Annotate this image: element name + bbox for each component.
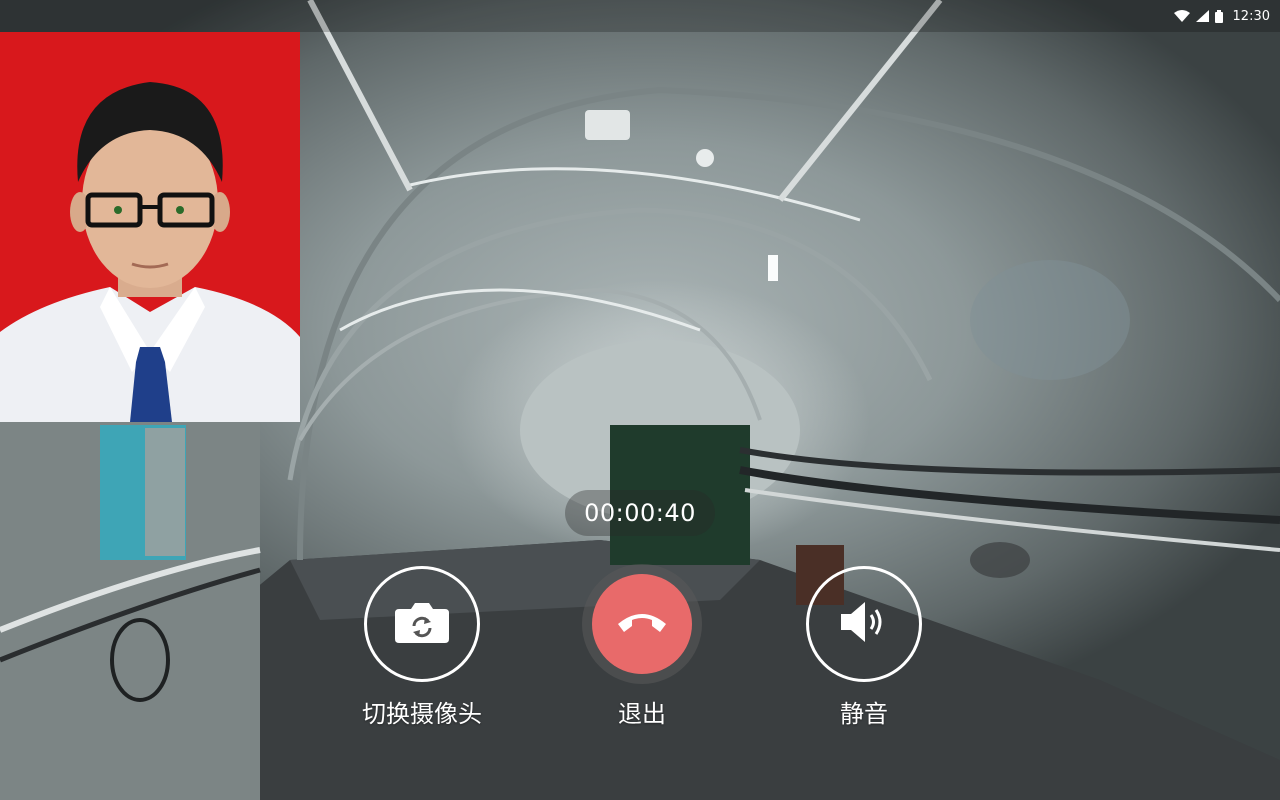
mute-label: 静音 bbox=[840, 700, 888, 728]
switch-camera-ring[interactable] bbox=[364, 566, 480, 682]
hangup-ring[interactable] bbox=[582, 564, 702, 684]
phone-hangup-icon bbox=[616, 610, 668, 638]
self-portrait-image bbox=[0, 82, 300, 422]
local-camera-preview[interactable] bbox=[0, 32, 300, 422]
hangup-circle[interactable] bbox=[592, 574, 692, 674]
call-timer: 00:00:40 bbox=[565, 490, 715, 536]
mute-ring[interactable] bbox=[806, 566, 922, 682]
hangup-button[interactable]: 退出 bbox=[562, 564, 722, 729]
status-bar: 12:30 bbox=[0, 0, 1280, 32]
switch-camera-button[interactable]: 切换摄像头 bbox=[342, 566, 502, 729]
wifi-icon bbox=[1173, 10, 1190, 22]
camera-switch-icon bbox=[395, 601, 449, 647]
status-time: 12:30 bbox=[1232, 8, 1270, 24]
speaker-icon bbox=[841, 600, 887, 648]
switch-camera-label: 切换摄像头 bbox=[362, 700, 482, 728]
battery-icon bbox=[1214, 9, 1223, 23]
signal-icon bbox=[1195, 10, 1209, 22]
mute-button[interactable]: 静音 bbox=[784, 566, 944, 729]
video-call-screen: 12:30 00:00:40 切换摄像头 退出 静音 bbox=[0, 0, 1280, 800]
hangup-label: 退出 bbox=[618, 700, 666, 728]
